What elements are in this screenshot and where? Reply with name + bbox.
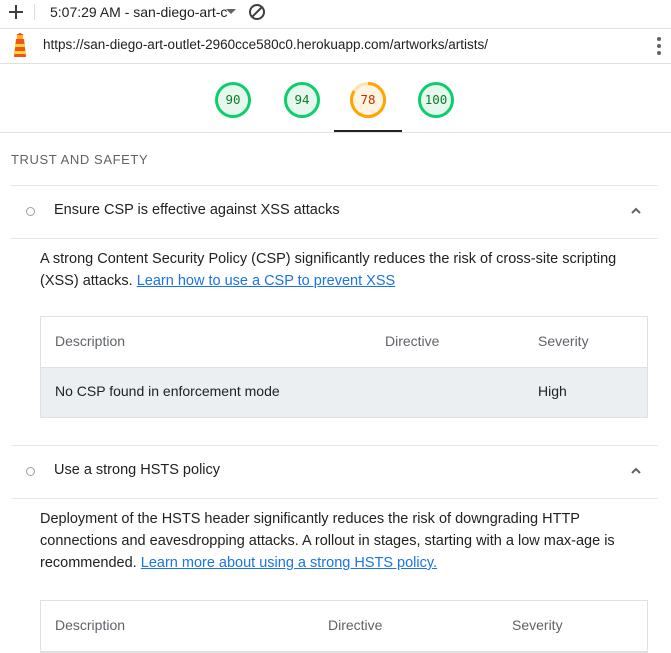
column-header-severity: Severity [512,617,563,633]
chevron-up-icon[interactable] [630,466,642,476]
audit-description: A strong Content Security Policy (CSP) s… [40,248,650,292]
section-title: TRUST AND SAFETY [11,152,149,167]
table-header: Description Directive Severity [41,317,647,368]
row-description: No CSP found in enforcement mode [55,383,280,399]
chevron-up-icon[interactable] [630,206,642,216]
audit-table: Description Directive Severity No CSP fo… [40,316,648,418]
score-value: 90 [225,92,241,107]
audit-hsts: Use a strong HSTS policy Deployment of t… [11,445,658,653]
plus-icon[interactable] [6,2,26,22]
table-header: Description Directive Severity [41,601,647,652]
score-value: 94 [294,92,310,107]
audit-title: Use a strong HSTS policy [54,462,221,478]
report-url: https://san-diego-art-outlet-2960cce580c… [43,37,488,52]
score-value: 100 [424,92,448,107]
more-options-icon[interactable] [656,37,662,57]
learn-more-link[interactable]: Learn how to use a CSP to prevent XSS [137,273,395,289]
active-tab-indicator [334,130,402,132]
score-value: 78 [360,92,376,107]
audit-description: Deployment of the HSTS header significan… [40,508,650,574]
audit-header[interactable]: Ensure CSP is effective against XSS atta… [11,186,658,239]
column-header-directive: Directive [385,333,440,349]
learn-more-link[interactable]: Learn more about using a strong HSTS pol… [141,555,437,571]
score-gauge-2[interactable]: 94 [283,81,321,119]
devtools-toolbar: 5:07:29 AM - san-diego-art-c [0,0,671,26]
report-url-bar: https://san-diego-art-outlet-2960cce580c… [0,28,671,64]
table-row: No CSP found in enforcement mode High [41,368,647,417]
report-session-select[interactable]: 5:07:29 AM - san-diego-art-c [50,4,227,20]
audit-status-icon [26,207,35,216]
score-gauge-3[interactable]: 78 [349,81,387,119]
audit-csp-xss: Ensure CSP is effective against XSS atta… [11,185,658,446]
score-gauge-1[interactable]: 90 [214,81,252,119]
clear-icon[interactable] [248,3,266,21]
column-header-description: Description [55,333,126,349]
column-header-description: Description [55,617,126,633]
chevron-down-icon[interactable] [226,9,236,14]
column-header-directive: Directive [328,617,383,633]
row-severity: High [538,383,567,399]
audit-header[interactable]: Use a strong HSTS policy [11,446,658,499]
column-header-severity: Severity [538,333,589,349]
audit-status-icon [26,467,35,476]
toolbar-divider [34,4,35,20]
audit-title: Ensure CSP is effective against XSS atta… [54,202,340,218]
score-gauge-4[interactable]: 100 [417,81,455,119]
score-gauges: 90 94 78 100 [0,64,671,133]
lighthouse-logo-icon [14,33,26,57]
audit-table: Description Directive Severity [40,600,648,653]
